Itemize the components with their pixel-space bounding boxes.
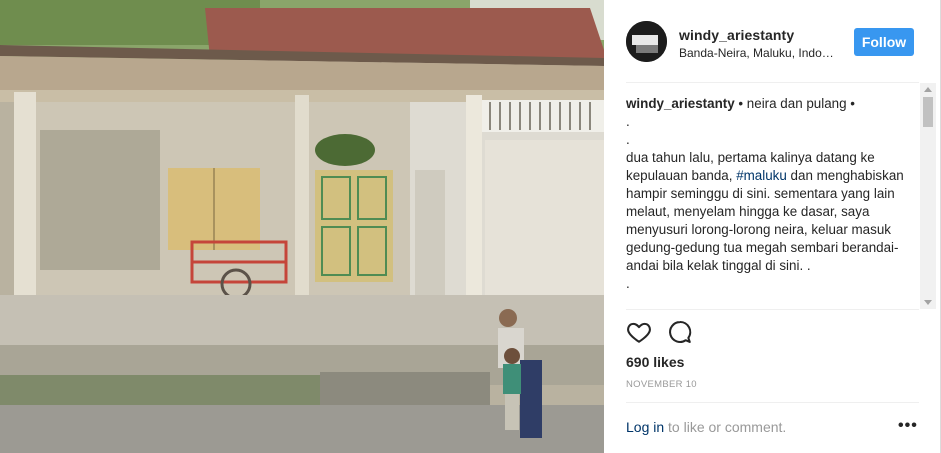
- post-detail-panel: windy_ariestanty Banda-Neira, Maluku, In…: [604, 0, 941, 453]
- heart-icon[interactable]: [626, 319, 652, 345]
- caption-text: dan menghabiskan hampir seminggu di sini…: [626, 168, 904, 273]
- follow-button[interactable]: Follow: [854, 28, 914, 56]
- location-link[interactable]: Banda-Neira, Maluku, Indo…: [679, 46, 834, 60]
- likes-count[interactable]: 690 likes: [626, 354, 684, 370]
- bottom-divider: [626, 402, 919, 403]
- scroll-up-icon[interactable]: [924, 87, 932, 92]
- username-link[interactable]: windy_ariestanty: [679, 27, 794, 43]
- caption-area[interactable]: windy_ariestanty • neira dan pulang • . …: [604, 83, 941, 309]
- actions-divider: [626, 309, 919, 310]
- caption: windy_ariestanty • neira dan pulang • . …: [626, 95, 908, 293]
- scroll-thumb[interactable]: [923, 97, 933, 127]
- avatar[interactable]: [626, 21, 667, 62]
- more-options-icon[interactable]: •••: [898, 418, 917, 434]
- scroll-down-icon[interactable]: [924, 300, 932, 305]
- caption-dot: .: [626, 114, 630, 129]
- caption-dot: .: [626, 132, 630, 147]
- post-photo: [0, 0, 604, 453]
- caption-first-line: • neira dan pulang •: [738, 96, 855, 111]
- caption-username[interactable]: windy_ariestanty: [626, 96, 735, 111]
- login-link[interactable]: Log in: [626, 419, 664, 435]
- login-prompt: Log in to like or comment.: [626, 419, 786, 435]
- comment-icon[interactable]: [667, 319, 693, 345]
- post-date: NOVEMBER 10: [626, 379, 697, 390]
- caption-dot: .: [626, 276, 630, 291]
- post-header: windy_ariestanty Banda-Neira, Maluku, In…: [604, 0, 941, 83]
- caption-scrollbar[interactable]: [920, 83, 936, 309]
- hashtag-link[interactable]: #maluku: [736, 168, 787, 183]
- login-prompt-text: to like or comment.: [664, 419, 787, 435]
